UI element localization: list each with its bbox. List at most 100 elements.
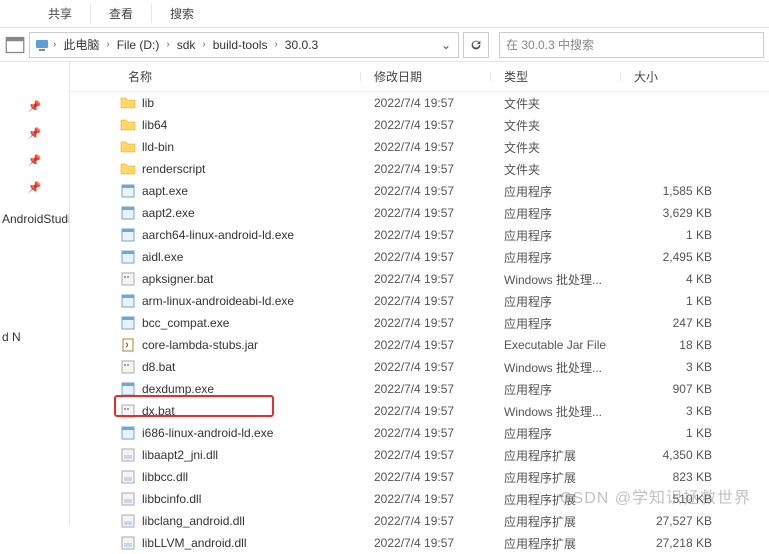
search-input[interactable]: 在 30.0.3 中搜索 [499,32,764,58]
file-size: 3 KB [620,404,730,418]
table-row[interactable]: aapt2.exe2022/7/4 19:57应用程序3,629 KB [70,202,769,224]
file-size: 823 KB [620,470,730,484]
exe-icon [120,183,136,199]
sidebar-item[interactable]: AndroidStudio [0,208,69,230]
file-type: 应用程序 [490,381,620,398]
chevron-right-icon[interactable]: › [103,39,112,50]
exe-icon [120,205,136,221]
file-type: 应用程序扩展 [490,513,620,530]
col-name[interactable]: 名称 [70,68,360,85]
file-date: 2022/7/4 19:57 [360,294,490,308]
file-date: 2022/7/4 19:57 [360,338,490,352]
chevron-right-icon[interactable]: › [163,39,172,50]
col-type[interactable]: 类型 [490,68,620,85]
folder-icon [120,117,136,133]
table-row[interactable]: arm-linux-androideabi-ld.exe2022/7/4 19:… [70,290,769,312]
table-row[interactable]: dexdump.exe2022/7/4 19:57应用程序907 KB [70,378,769,400]
crumb-buildtools[interactable]: build-tools [209,36,272,54]
file-type: 应用程序 [490,249,620,266]
breadcrumb[interactable]: › 此电脑 › File (D:) › sdk › build-tools › … [29,32,459,58]
table-row[interactable]: libLLVM_android.dll2022/7/4 19:57应用程序扩展2… [70,532,769,554]
file-date: 2022/7/4 19:57 [360,228,490,242]
breadcrumb-dropdown-icon[interactable]: ⌄ [438,38,454,52]
pin-icon[interactable]: 📌 [0,127,69,140]
file-type: 文件夹 [490,161,620,178]
file-date: 2022/7/4 19:57 [360,140,490,154]
file-size: 510 KB [620,492,730,506]
file-size: 27,218 KB [620,536,730,550]
file-type: 应用程序扩展 [490,491,620,508]
folder-icon [120,161,136,177]
file-type: 应用程序扩展 [490,535,620,552]
dll-icon [120,469,136,485]
table-row[interactable]: lib2022/7/4 19:57文件夹 [70,92,769,114]
table-row[interactable]: bcc_compat.exe2022/7/4 19:57应用程序247 KB [70,312,769,334]
file-type: 应用程序扩展 [490,469,620,486]
exe-icon [120,425,136,441]
folder-icon [120,95,136,111]
file-name: core-lambda-stubs.jar [142,338,258,352]
file-name: libbcc.dll [142,470,188,484]
table-row[interactable]: dx.bat2022/7/4 19:57Windows 批处理...3 KB [70,400,769,422]
chevron-right-icon[interactable]: › [271,39,280,50]
chevron-right-icon[interactable]: › [199,39,208,50]
table-row[interactable]: libbcinfo.dll2022/7/4 19:57应用程序扩展510 KB [70,488,769,510]
table-row[interactable]: core-lambda-stubs.jar2022/7/4 19:57Execu… [70,334,769,356]
file-name: apksigner.bat [142,272,213,286]
tab-share[interactable]: 共享 [30,0,90,27]
col-date[interactable]: 修改日期 [360,68,490,85]
table-row[interactable]: apksigner.bat2022/7/4 19:57Windows 批处理..… [70,268,769,290]
file-name: aidl.exe [142,250,183,264]
file-date: 2022/7/4 19:57 [360,404,490,418]
file-type: Windows 批处理... [490,271,620,288]
pin-icon[interactable]: 📌 [0,154,69,167]
col-size[interactable]: 大小 [620,68,730,85]
nav-up-icon[interactable] [5,35,25,55]
table-row[interactable]: aapt.exe2022/7/4 19:57应用程序1,585 KB [70,180,769,202]
refresh-button[interactable] [463,32,489,58]
table-row[interactable]: d8.bat2022/7/4 19:57Windows 批处理...3 KB [70,356,769,378]
file-size: 3,629 KB [620,206,730,220]
file-date: 2022/7/4 19:57 [360,536,490,550]
file-size: 2,495 KB [620,250,730,264]
file-name: dexdump.exe [142,382,214,396]
file-size: 1 KB [620,294,730,308]
table-row[interactable]: libbcc.dll2022/7/4 19:57应用程序扩展823 KB [70,466,769,488]
crumb-drive[interactable]: File (D:) [113,36,164,54]
file-name: aapt.exe [142,184,188,198]
table-row[interactable]: libaapt2_jni.dll2022/7/4 19:57应用程序扩展4,35… [70,444,769,466]
table-row[interactable]: i686-linux-android-ld.exe2022/7/4 19:57应… [70,422,769,444]
bat-icon [120,359,136,375]
file-date: 2022/7/4 19:57 [360,184,490,198]
file-type: Windows 批处理... [490,359,620,376]
table-row[interactable]: libclang_android.dll2022/7/4 19:57应用程序扩展… [70,510,769,532]
file-type: 文件夹 [490,95,620,112]
file-date: 2022/7/4 19:57 [360,316,490,330]
pin-icon[interactable]: 📌 [0,100,69,113]
tab-view[interactable]: 查看 [91,0,151,27]
address-bar: › 此电脑 › File (D:) › sdk › build-tools › … [0,28,769,62]
file-name: lib [142,96,154,110]
ribbon-tabs: 共享 查看 搜索 [0,0,769,28]
table-row[interactable]: lib642022/7/4 19:57文件夹 [70,114,769,136]
exe-icon [120,249,136,265]
crumb-version[interactable]: 30.0.3 [281,36,322,54]
pin-icon[interactable]: 📌 [0,181,69,194]
file-name: i686-linux-android-ld.exe [142,426,273,440]
file-name: aarch64-linux-android-ld.exe [142,228,294,242]
table-row[interactable]: aarch64-linux-android-ld.exe 2022/7/4 19:… [70,224,769,246]
file-size: 907 KB [620,382,730,396]
chevron-right-icon[interactable]: › [50,39,59,50]
table-row[interactable]: renderscript2022/7/4 19:57文件夹 [70,158,769,180]
table-row[interactable]: lld-bin2022/7/4 19:57文件夹 [70,136,769,158]
table-row[interactable]: aidl.exe2022/7/4 19:57应用程序2,495 KB [70,246,769,268]
file-name: lld-bin [142,140,174,154]
folder-icon [120,139,136,155]
file-date: 2022/7/4 19:57 [360,448,490,462]
crumb-pc[interactable]: 此电脑 [59,34,103,55]
crumb-sdk[interactable]: sdk [173,36,200,54]
exe-icon [120,381,136,397]
sidebar-item[interactable]: d N [0,326,69,348]
file-name: libbcinfo.dll [142,492,201,506]
tab-search[interactable]: 搜索 [152,0,212,27]
